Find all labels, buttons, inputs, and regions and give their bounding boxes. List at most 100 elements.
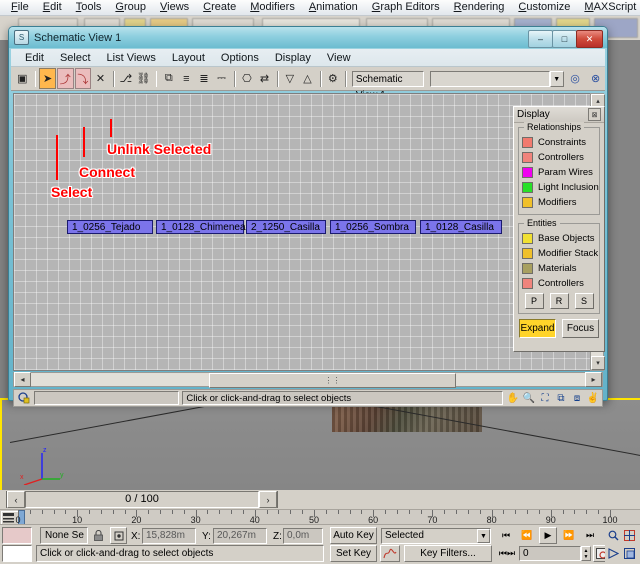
prev-frame-button[interactable]: ‹ xyxy=(7,491,25,508)
zoom-all-icon[interactable] xyxy=(621,527,637,544)
time-slider[interactable]: ‹ 0 / 100 › xyxy=(6,491,278,508)
select-button[interactable]: ➤ xyxy=(39,68,56,89)
current-frame-field[interactable]: 0 xyxy=(519,546,581,561)
reference-mode-button[interactable]: ⛓ xyxy=(135,68,152,89)
color-swatch-icon[interactable] xyxy=(522,248,533,259)
sync-view-icon[interactable]: ◎ xyxy=(567,68,584,89)
menu-item-maxscript[interactable]: MAXScript xyxy=(577,0,640,15)
schematic-view-window[interactable]: S Schematic View 1 – □ ✕ EditSelectList … xyxy=(8,26,608,401)
prs-button-r[interactable]: R xyxy=(550,293,569,309)
zoom-region-icon[interactable]: ⛶ xyxy=(538,391,552,405)
color-swatch-icon[interactable] xyxy=(522,278,533,289)
zoom-tool-icon[interactable] xyxy=(605,527,621,544)
maximize-button[interactable]: □ xyxy=(552,30,577,48)
unlink-selected-button[interactable]: ⤵ xyxy=(75,68,92,89)
schematic-node[interactable]: 1_0256_Sombra xyxy=(330,220,416,234)
always-arrange-button[interactable]: ▣ xyxy=(14,68,31,89)
next-frame-button[interactable]: ⏩ xyxy=(560,527,578,544)
menu-item-group[interactable]: Group xyxy=(108,0,153,15)
color-swatch-icon[interactable] xyxy=(522,263,533,274)
scroll-track[interactable]: ⋮⋮ xyxy=(31,373,585,386)
play-animation-button[interactable]: ▶ xyxy=(539,527,557,544)
align-top-button[interactable]: ⎓ xyxy=(213,68,230,89)
schematic-node[interactable]: 1_0128_Casilla xyxy=(420,220,502,234)
minimize-button[interactable]: – xyxy=(528,30,553,48)
display-toggle-row[interactable]: Modifiers xyxy=(522,195,596,209)
color-swatch-icon[interactable] xyxy=(522,197,533,208)
scroll-thumb[interactable]: ⋮⋮ xyxy=(209,373,456,388)
shrink-selection-button[interactable]: ⧉ xyxy=(160,68,177,89)
display-toggle-row[interactable]: Modifier Stack xyxy=(522,246,596,260)
schematic-menu-list-views[interactable]: List Views xyxy=(99,51,164,65)
lock-icon[interactable] xyxy=(90,527,106,544)
next-frame-button[interactable]: › xyxy=(259,491,277,508)
display-floater[interactable]: Display ⊠ Relationships ConstraintsContr… xyxy=(513,106,605,352)
align-bottom-button[interactable]: ⎔ xyxy=(239,68,256,89)
menu-item-views[interactable]: Views xyxy=(153,0,196,15)
focus-button[interactable]: Focus xyxy=(562,319,599,338)
frame-spinner[interactable]: ▲ ▼ xyxy=(581,546,591,561)
hierarchy-mode-button[interactable]: ⎇ xyxy=(118,68,135,89)
schematic-view-combo[interactable]: ▼ xyxy=(430,71,564,87)
go-to-start-button[interactable]: ⏮ xyxy=(497,527,515,544)
refresh-view-icon[interactable]: ⊗ xyxy=(587,68,604,89)
display-floater-header[interactable]: Display ⊠ xyxy=(514,107,604,123)
menu-item-tools[interactable]: Tools xyxy=(69,0,109,15)
menu-item-file[interactable]: File xyxy=(4,0,36,15)
set-key-button[interactable]: Set Key xyxy=(330,545,377,562)
display-toggle-row[interactable]: Base Objects xyxy=(522,231,596,245)
mini-listener-pink[interactable] xyxy=(2,527,32,544)
close-icon[interactable]: ⊠ xyxy=(588,108,601,121)
schematic-menu-select[interactable]: Select xyxy=(52,51,99,65)
go-to-end-button[interactable]: ⏭ xyxy=(581,527,599,544)
color-swatch-icon[interactable] xyxy=(522,167,533,178)
scroll-down-arrow[interactable]: ▾ xyxy=(591,356,605,370)
display-toggle-row[interactable]: Light Inclusion xyxy=(522,180,596,194)
preference-settings-button[interactable]: ⚙ xyxy=(325,68,342,89)
schematic-horizontal-scrollbar[interactable]: ◂ ⋮⋮ ▸ xyxy=(13,372,603,387)
color-swatch-icon[interactable] xyxy=(522,182,533,193)
y-coordinate-field[interactable]: 20,267m xyxy=(213,528,267,544)
perspective-viewport[interactable]: z x y xyxy=(0,398,640,494)
schematic-view-combo-value[interactable] xyxy=(430,71,550,87)
z-coordinate-field[interactable]: 0,0m xyxy=(283,528,323,544)
selection-lock-icon[interactable] xyxy=(16,391,31,406)
expand-selected-button[interactable]: ▽ xyxy=(282,68,299,89)
schematic-menu-edit[interactable]: Edit xyxy=(17,51,52,65)
previous-frame-button[interactable]: ⏪ xyxy=(518,527,536,544)
expand-button[interactable]: Expand xyxy=(519,319,556,338)
color-swatch-icon[interactable] xyxy=(522,137,533,148)
frame-indicator[interactable]: 0 / 100 xyxy=(25,491,259,508)
menu-item-rendering[interactable]: Rendering xyxy=(447,0,512,15)
schematic-status-field[interactable] xyxy=(34,391,179,405)
collapse-selected-button[interactable]: △ xyxy=(299,68,316,89)
color-swatch-icon[interactable] xyxy=(522,152,533,163)
scroll-right-arrow[interactable]: ▸ xyxy=(585,372,602,387)
chevron-down-icon[interactable]: ▼ xyxy=(550,71,564,87)
zoom-icon[interactable]: 🔍 xyxy=(522,391,536,405)
x-coordinate-field[interactable]: 15,828m xyxy=(142,528,196,544)
color-swatch-icon[interactable] xyxy=(522,233,533,244)
spinner-down[interactable]: ▼ xyxy=(584,554,589,560)
zoom-extents-icon[interactable]: ⧉ xyxy=(554,391,568,405)
auto-key-button[interactable]: Auto Key xyxy=(330,527,377,544)
pan-hand-icon[interactable]: ✌ xyxy=(586,391,600,405)
key-filter-dropdown-arrow[interactable]: ▼ xyxy=(477,529,490,543)
zoom-extents-selected-icon[interactable]: ⧈ xyxy=(570,391,584,405)
schematic-menu-display[interactable]: Display xyxy=(267,51,319,65)
prs-button-s[interactable]: S xyxy=(575,293,594,309)
pan-icon[interactable]: ✋ xyxy=(506,391,520,405)
key-filters-button[interactable]: Key Filters... xyxy=(404,545,492,562)
absolute-relative-mode-button[interactable] xyxy=(110,527,127,544)
menu-item-modifiers[interactable]: Modifiers xyxy=(243,0,302,15)
display-toggle-row[interactable]: Materials xyxy=(522,261,596,275)
key-filter-combo[interactable]: Selected xyxy=(381,528,491,544)
display-toggle-row[interactable]: Constraints xyxy=(522,135,596,149)
display-toggle-row[interactable]: Controllers xyxy=(522,276,596,290)
delete-objects-button[interactable]: ✕ xyxy=(92,68,109,89)
close-button[interactable]: ✕ xyxy=(576,30,603,48)
connect-button[interactable]: ⤴ xyxy=(57,68,74,89)
schematic-node[interactable]: 2_1250_Casilla xyxy=(246,220,326,234)
schematic-menu-layout[interactable]: Layout xyxy=(164,51,213,65)
maximize-viewport-icon[interactable] xyxy=(621,545,637,562)
